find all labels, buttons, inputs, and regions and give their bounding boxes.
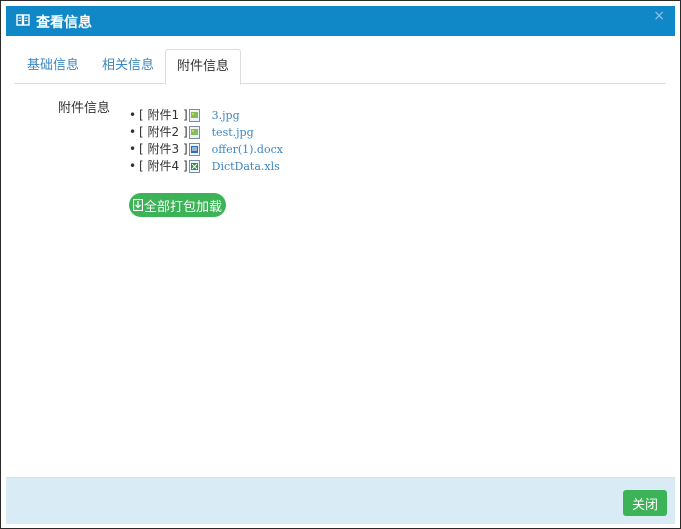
tab-attachment-info[interactable]: 附件信息 [165,49,242,85]
download-all-button[interactable]: 全部打包加载 [129,193,226,217]
dialog-footer: 关闭 [6,477,675,524]
image-file-icon [188,109,200,122]
view-info-dialog: 查看信息 × 基础信息 相关信息 附件信息 附件信息 • [ 附件1 ] 3.j… [0,0,681,529]
attachments-section-label: 附件信息 [58,101,111,116]
dialog-title: 查看信息 [36,15,92,31]
attachment-label: [ 附件4 ] [139,159,188,173]
close-button[interactable]: 关闭 [623,490,667,516]
attachment-file-link[interactable]: offer(1).docx [212,141,283,158]
attachment-file-link[interactable]: 3.jpg [212,107,240,124]
download-all-label: 全部打包加载 [143,199,222,215]
tab-bar: 基础信息 相关信息 附件信息 [14,49,666,85]
book-icon [16,14,30,26]
excel-file-icon [188,160,200,173]
attachment-label: [ 附件2 ] [139,125,188,139]
bullet: • [129,142,137,156]
attachment-file-link[interactable]: test.jpg [212,124,254,141]
bullet: • [129,125,137,139]
word-file-icon [188,143,200,156]
attachment-list: • [ 附件1 ] 3.jpg • [ 附件2 ] test.jpg • [ 附… [129,107,283,175]
tab-related-info[interactable]: 相关信息 [91,49,165,82]
list-item: • [ 附件2 ] test.jpg [129,124,283,141]
list-item: • [ 附件1 ] 3.jpg [129,107,283,124]
image-file-icon [188,126,200,139]
archive-file-icon [132,199,143,211]
dialog-titlebar[interactable]: 查看信息 × [6,6,675,36]
attachment-label: [ 附件3 ] [139,142,188,156]
close-icon[interactable]: × [653,8,665,24]
attachment-file-link[interactable]: DictData.xls [212,158,280,175]
tab-basic-info[interactable]: 基础信息 [16,49,90,82]
attachment-label: [ 附件1 ] [139,108,188,122]
bullet: • [129,108,137,122]
list-item: • [ 附件4 ] DictData.xls [129,158,283,175]
bullet: • [129,159,137,173]
list-item: • [ 附件3 ] offer(1).docx [129,141,283,158]
